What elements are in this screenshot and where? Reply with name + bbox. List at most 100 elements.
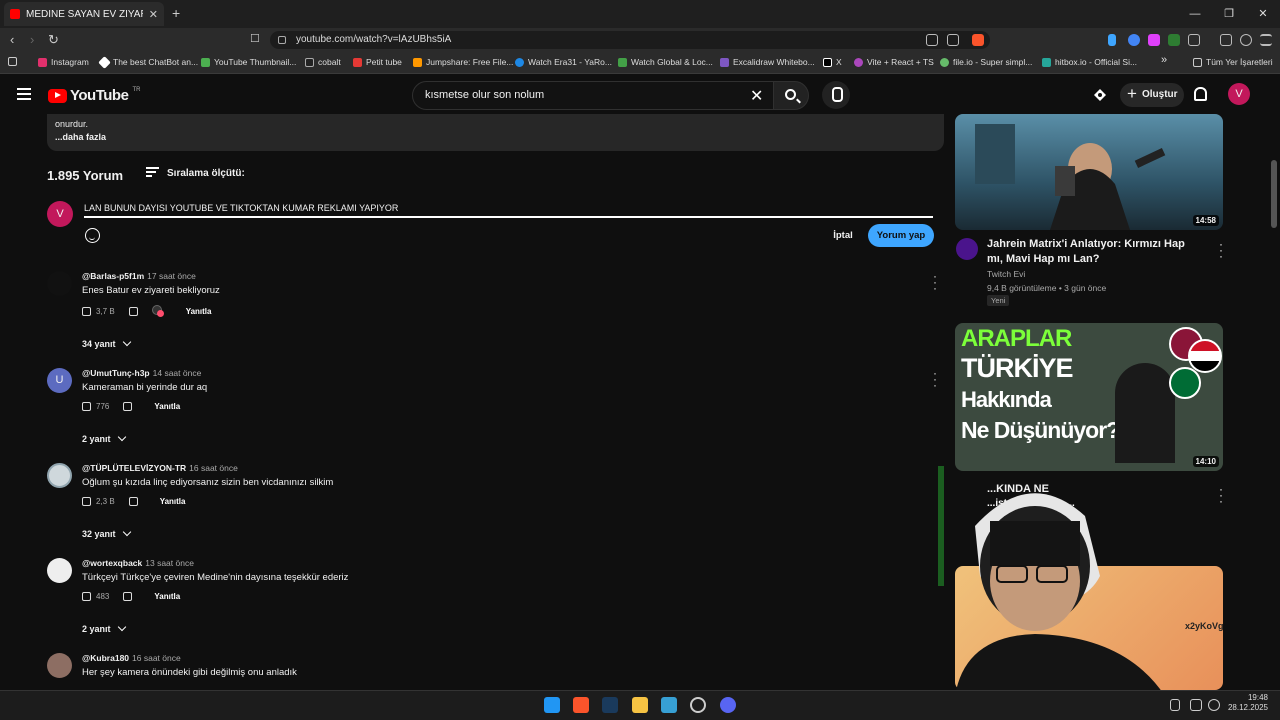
more-bookmarks-button[interactable]: » (1161, 54, 1167, 66)
brave-shields-icon[interactable] (972, 34, 984, 46)
reply-button[interactable]: Yanıtla (160, 497, 186, 506)
video-more-icon[interactable]: · · · (1219, 483, 1223, 507)
comment-input[interactable]: LAN BUNUN DAYISI YOUTUBE VE TIKTOKTAN KU… (84, 200, 933, 218)
comment-more-icon[interactable]: · · · (933, 270, 937, 294)
extensions-puzzle-icon[interactable] (1188, 34, 1200, 46)
notifications-bell-icon[interactable] (1194, 87, 1207, 101)
bookmark-vite[interactable]: Vite + React + TS (854, 57, 934, 67)
emoji-icon[interactable] (85, 228, 100, 243)
display-tray-icon[interactable] (1190, 699, 1202, 711)
reload-icon[interactable]: ↻ (48, 32, 59, 48)
account-avatar[interactable]: V (1228, 83, 1250, 105)
bookmark-jumpshare[interactable]: Jumpshare: Free File... (413, 57, 513, 67)
cast-live-icon[interactable] (1093, 88, 1107, 102)
video-thumbnail[interactable]: 14:58 (955, 114, 1223, 230)
reply-button[interactable]: Yanıtla (186, 307, 212, 316)
search-button[interactable] (773, 81, 809, 110)
video-description[interactable]: onurdur. ...daha fazla (47, 114, 944, 151)
dislike-icon[interactable] (123, 402, 133, 411)
bookmark-cobalt[interactable]: cobalt (305, 57, 341, 67)
description-more-link[interactable]: ...daha fazla (55, 132, 106, 142)
like-icon[interactable] (82, 497, 91, 506)
reply-button[interactable]: Yanıtla (154, 402, 180, 411)
extension-icon-4[interactable] (1168, 34, 1180, 46)
create-button[interactable]: Oluştur (1120, 82, 1184, 107)
search-input[interactable]: kısmetse olur son nolum (412, 81, 774, 110)
submit-comment-button[interactable]: Yorum yap (868, 224, 934, 247)
bookmark-hitbox[interactable]: hitbox.io - Official Si... (1042, 57, 1137, 67)
comment-time[interactable]: 16 saat önce (189, 463, 238, 473)
like-icon[interactable] (82, 402, 91, 411)
bookmark-excalidraw[interactable]: Excalidraw Whitebo... (720, 57, 815, 67)
url-field[interactable]: youtube.com/watch?v=lAzUBhs5iA (270, 31, 990, 49)
dislike-icon[interactable] (128, 497, 138, 506)
brave-browser-icon[interactable] (573, 697, 589, 713)
youtube-logo[interactable]: YouTube TR (48, 87, 140, 104)
channel-avatar[interactable] (956, 238, 978, 260)
replies-toggle[interactable]: 2 yanıt (82, 432, 126, 444)
mic-tray-icon[interactable] (1170, 699, 1180, 711)
apps-grid-icon[interactable] (8, 57, 17, 66)
comment-time[interactable]: 14 saat önce (153, 368, 202, 378)
video-title[interactable]: Jahrein Matrix'i Anlatıyor: Kırmızı Hap … (987, 237, 1201, 267)
volume-tray-icon[interactable] (1208, 699, 1220, 711)
system-clock[interactable]: 19:48 28.12.2025 (1228, 693, 1268, 713)
page-scrollbar[interactable] (1271, 160, 1277, 228)
bookmark-chatbot[interactable]: The best ChatBot an... (98, 55, 198, 69)
share-icon[interactable] (947, 34, 959, 46)
close-window-button[interactable]: ✕ (1246, 0, 1280, 28)
new-tab-button[interactable]: + (172, 5, 180, 21)
voice-search-mic-icon[interactable] (822, 81, 850, 109)
video-more-icon[interactable]: · · · (1219, 238, 1223, 262)
site-info-icon[interactable] (278, 36, 286, 44)
reply-button[interactable]: Yanıtla (154, 592, 180, 601)
channel-name[interactable]: Twitch Evi (987, 269, 1025, 279)
obs-icon[interactable] (690, 697, 706, 713)
clear-search-icon[interactable]: ✕ (750, 86, 763, 106)
minimize-button[interactable]: — (1178, 0, 1212, 28)
replies-toggle[interactable]: 32 yanıt (82, 527, 131, 539)
windows-start-icon[interactable] (544, 697, 560, 713)
like-icon[interactable] (82, 306, 91, 316)
commenter-avatar[interactable] (47, 653, 72, 678)
comment-time[interactable]: 13 saat önce (145, 558, 194, 568)
comment-author[interactable]: @TÜPLÜTELEVİZYON-TR (82, 463, 186, 473)
forward-arrow-icon[interactable]: › (30, 32, 34, 47)
comment-author[interactable]: @wortexqback (82, 558, 142, 568)
commenter-avatar[interactable] (47, 558, 72, 583)
maximize-button[interactable]: ❐ (1212, 0, 1246, 28)
video-thumbnail[interactable]: ARAPLAR TÜRKİYE Hakkında Ne Düşünüyor? 1… (955, 323, 1223, 471)
dislike-icon[interactable] (128, 306, 138, 316)
bookmark-x[interactable]: X (823, 57, 842, 67)
cast-icon[interactable] (926, 34, 938, 46)
back-arrow-icon[interactable]: ‹ (10, 32, 14, 47)
bookmark-instagram[interactable]: Instagram (38, 57, 89, 67)
extension-icon-3[interactable] (1148, 34, 1160, 46)
bookmark-petit-tube[interactable]: Petit tube (353, 57, 402, 67)
steam-icon[interactable] (602, 697, 618, 713)
music-icon[interactable] (1220, 34, 1232, 46)
hamburger-menu-icon[interactable] (17, 88, 31, 103)
bookmark-watch-global[interactable]: Watch Global & Loc... (618, 57, 713, 67)
bookmark-youtube-thumbnail[interactable]: YouTube Thumbnail... (201, 57, 296, 67)
bookmark-file-io[interactable]: file.io - Super simpl... (940, 57, 1032, 67)
discord-icon[interactable] (720, 697, 736, 713)
commenter-avatar[interactable] (47, 271, 72, 296)
comment-time[interactable]: 17 saat önce (147, 271, 196, 281)
photos-app-icon[interactable] (661, 697, 677, 713)
comment-author[interactable]: @UmutTunç-h3p (82, 368, 150, 378)
tab-close-icon[interactable]: ✕ (149, 8, 158, 21)
comment-author[interactable]: @Kubra180 (82, 653, 129, 663)
file-explorer-icon[interactable] (632, 697, 648, 713)
like-icon[interactable] (82, 592, 91, 601)
replies-toggle[interactable]: 34 yanıt (82, 337, 131, 349)
menu-icon[interactable] (1260, 34, 1272, 46)
commenter-avatar[interactable] (47, 463, 72, 488)
recommended-video[interactable]: 14:58 Jahrein Matrix'i Anlatıyor: Kırmız… (955, 114, 1223, 314)
sort-comments-button[interactable]: Sıralama ölçütü: (146, 167, 245, 179)
dislike-icon[interactable] (123, 592, 133, 601)
comment-author[interactable]: @Barlas-p5f1m (82, 271, 144, 281)
comment-time[interactable]: 16 saat önce (132, 653, 181, 663)
extension-icon-2[interactable] (1128, 34, 1140, 46)
replies-toggle[interactable]: 2 yanıt (82, 622, 126, 634)
